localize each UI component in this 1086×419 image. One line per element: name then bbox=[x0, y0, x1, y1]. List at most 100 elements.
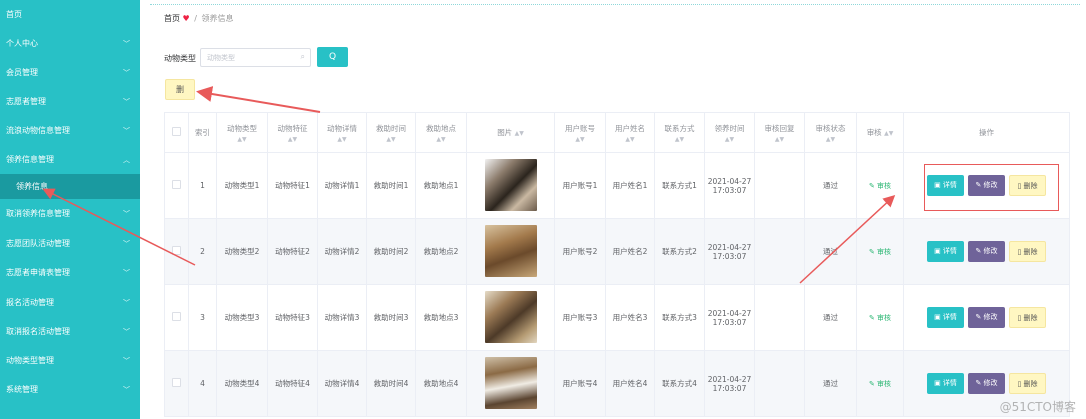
sidebar-item-label: 取消报名活动管理 bbox=[6, 327, 70, 336]
search-input[interactable]: 动物类型 ⌕ bbox=[200, 48, 311, 67]
header-label: 用户账号 bbox=[565, 123, 595, 133]
row-checkbox[interactable] bbox=[172, 378, 181, 387]
cell-status: 通过 bbox=[804, 152, 857, 219]
audit-label: 审核 bbox=[877, 379, 892, 388]
cell-audit[interactable]: ✎ 审核 bbox=[856, 284, 904, 351]
delete-button[interactable]: ▯ 删除 bbox=[1009, 307, 1046, 328]
sort-icon[interactable]: ▲▼ bbox=[806, 136, 856, 143]
cell-audit[interactable]: ✎ 审核 bbox=[856, 350, 904, 417]
audit-link[interactable]: ✎ 审核 bbox=[869, 314, 891, 322]
audit-link[interactable]: ✎ 审核 bbox=[869, 380, 891, 388]
sort-icon[interactable]: ▲▼ bbox=[756, 136, 804, 143]
chevron-down-icon: ﹀ bbox=[123, 39, 130, 48]
column-header[interactable]: 联系方式 ▲▼ bbox=[654, 112, 705, 153]
edit-button[interactable]: ✎ 修改 bbox=[968, 307, 1005, 328]
row-checkbox-cell[interactable] bbox=[164, 284, 189, 351]
column-header[interactable]: 用户账号 ▲▼ bbox=[554, 112, 606, 153]
column-header[interactable]: 救助地点 ▲▼ bbox=[415, 112, 467, 153]
cell-feature: 动物特征1 bbox=[267, 152, 318, 219]
edit-button[interactable]: ✎ 修改 bbox=[968, 373, 1005, 394]
cell-contact: 联系方式4 bbox=[654, 350, 705, 417]
column-header[interactable]: 审核回复 ▲▼ bbox=[754, 112, 805, 153]
detail-button[interactable]: ▣ 详情 bbox=[927, 373, 964, 394]
audit-link[interactable]: ✎ 审核 bbox=[869, 248, 891, 256]
select-all-checkbox[interactable] bbox=[172, 127, 181, 136]
delete-button[interactable]: ▯ 删除 bbox=[1009, 241, 1046, 262]
cell-audit[interactable]: ✎ 审核 bbox=[856, 152, 904, 219]
row-checkbox-cell[interactable] bbox=[164, 218, 189, 285]
cell-audit[interactable]: ✎ 审核 bbox=[856, 218, 904, 285]
sidebar-item-cancel-signup[interactable]: 取消报名活动管理 ﹀ bbox=[0, 317, 140, 346]
sidebar-item-personal[interactable]: 个人中心 ﹀ bbox=[0, 29, 140, 58]
row-checkbox[interactable] bbox=[172, 180, 181, 189]
delete-button[interactable]: ▯ 删除 bbox=[1009, 373, 1046, 394]
search-button[interactable]: Q bbox=[317, 47, 348, 67]
sort-icon[interactable]: ▲▼ bbox=[269, 136, 317, 143]
row-checkbox[interactable] bbox=[172, 246, 181, 255]
sidebar-item-adoption[interactable]: 领养信息管理 ︿ bbox=[0, 145, 140, 174]
sort-icon[interactable]: ▲▼ bbox=[368, 136, 415, 143]
sidebar-item-team-activity[interactable]: 志愿团队活动管理 ﹀ bbox=[0, 229, 140, 258]
sort-icon[interactable]: ▲▼ bbox=[884, 130, 893, 137]
table-row: 3 动物类型3 动物特征3 动物详情3 救助时间3 救助地点3 用户账号3 用户… bbox=[164, 284, 1070, 351]
row-checkbox-cell[interactable] bbox=[164, 350, 189, 417]
header-label: 领养时间 bbox=[714, 123, 745, 133]
column-header[interactable]: 救助时间 ▲▼ bbox=[366, 112, 416, 153]
column-header[interactable]: 动物特征 ▲▼ bbox=[267, 112, 318, 153]
audit-link[interactable]: ✎ 审核 bbox=[869, 182, 891, 190]
table-header-row: 索引 动物类型 ▲▼ 动物特征 ▲▼ 动物详情 ▲▼ 救助时间 ▲▼ 救助地点 ▲▼ 图片… bbox=[164, 112, 1070, 153]
edit-button[interactable]: ✎ 修改 bbox=[968, 241, 1005, 262]
sort-icon[interactable]: ▲▼ bbox=[319, 136, 366, 143]
cell-image bbox=[466, 350, 555, 417]
sort-icon[interactable]: ▲▼ bbox=[607, 136, 654, 143]
breadcrumb: 首页 ♥ / 领养信息 bbox=[164, 13, 234, 24]
cell-status: 通过 bbox=[804, 284, 857, 351]
sidebar-item-home[interactable]: 首页 bbox=[0, 0, 140, 28]
table-row: 4 动物类型4 动物特征4 动物详情4 救助时间4 救助地点4 用户账号4 用户… bbox=[164, 350, 1070, 417]
column-header[interactable]: 动物类型 ▲▼ bbox=[216, 112, 268, 153]
animal-photo bbox=[484, 224, 537, 277]
column-header[interactable]: 审核状态 ▲▼ bbox=[804, 112, 857, 153]
column-header[interactable]: 动物详情 ▲▼ bbox=[317, 112, 367, 153]
sidebar-item-signup-activity[interactable]: 报名活动管理 ﹀ bbox=[0, 288, 140, 317]
column-header[interactable]: 图片 ▲▼ bbox=[466, 112, 555, 153]
row-checkbox-cell[interactable] bbox=[164, 152, 189, 219]
sidebar-item-volunteer-application[interactable]: 志愿者申请表管理 ﹀ bbox=[0, 258, 140, 287]
cell-adopt-time: 2021-04-27 17:03:07 bbox=[704, 218, 755, 285]
sort-icon[interactable]: ▲▼ bbox=[515, 130, 524, 137]
column-header[interactable]: 审核 ▲▼ bbox=[856, 112, 904, 153]
breadcrumb-home[interactable]: 首页 bbox=[164, 14, 180, 23]
cell-account: 用户账号3 bbox=[554, 284, 606, 351]
sidebar-item-system[interactable]: 系统管理 ﹀ bbox=[0, 375, 140, 404]
select-all-checkbox-cell[interactable] bbox=[164, 112, 189, 153]
detail-button[interactable]: ▣ 详情 bbox=[927, 307, 964, 328]
cell-contact: 联系方式2 bbox=[654, 218, 705, 285]
sort-icon[interactable]: ▲▼ bbox=[417, 136, 466, 143]
sidebar-item-label: 志愿者申请表管理 bbox=[6, 268, 70, 277]
row-checkbox[interactable] bbox=[172, 312, 181, 321]
delete-label: 删除 bbox=[1023, 314, 1038, 322]
adoption-table: 索引 动物类型 ▲▼ 动物特征 ▲▼ 动物详情 ▲▼ 救助时间 ▲▼ 救助地点 ▲▼ 图片… bbox=[164, 112, 1070, 417]
sidebar-item-cancel-adoption[interactable]: 取消领养信息管理 ﹀ bbox=[0, 199, 140, 228]
column-header[interactable]: 领养时间 ▲▼ bbox=[704, 112, 755, 153]
column-header[interactable]: 用户姓名 ▲▼ bbox=[605, 112, 655, 153]
sidebar-item-volunteers[interactable]: 志愿者管理 ﹀ bbox=[0, 87, 140, 116]
batch-delete-button[interactable]: 删 bbox=[165, 79, 195, 100]
sidebar-item-animal-types[interactable]: 动物类型管理 ﹀ bbox=[0, 346, 140, 375]
sidebar-item-members[interactable]: 会员管理 ﹀ bbox=[0, 58, 140, 87]
cell-time: 救助时间4 bbox=[366, 350, 416, 417]
column-header: 索引 bbox=[188, 112, 217, 153]
cell-place: 救助地点3 bbox=[415, 284, 467, 351]
cell-image bbox=[466, 284, 555, 351]
sidebar-item-stray-animals[interactable]: 流浪动物信息管理 ﹀ bbox=[0, 116, 140, 145]
detail-button[interactable]: ▣ 详情 bbox=[927, 241, 964, 262]
sidebar-item-label: 系统管理 bbox=[6, 385, 38, 394]
header-label: 用户姓名 bbox=[615, 123, 645, 133]
sort-icon[interactable]: ▲▼ bbox=[706, 136, 754, 143]
sidebar-item-adoption-info[interactable]: 领养信息 bbox=[0, 174, 140, 199]
sort-icon[interactable]: ▲▼ bbox=[218, 136, 267, 143]
sort-icon[interactable]: ▲▼ bbox=[656, 136, 704, 143]
sort-icon[interactable]: ▲▼ bbox=[556, 136, 605, 143]
cell-account: 用户账号1 bbox=[554, 152, 606, 219]
edit-label: 修改 bbox=[983, 247, 998, 255]
